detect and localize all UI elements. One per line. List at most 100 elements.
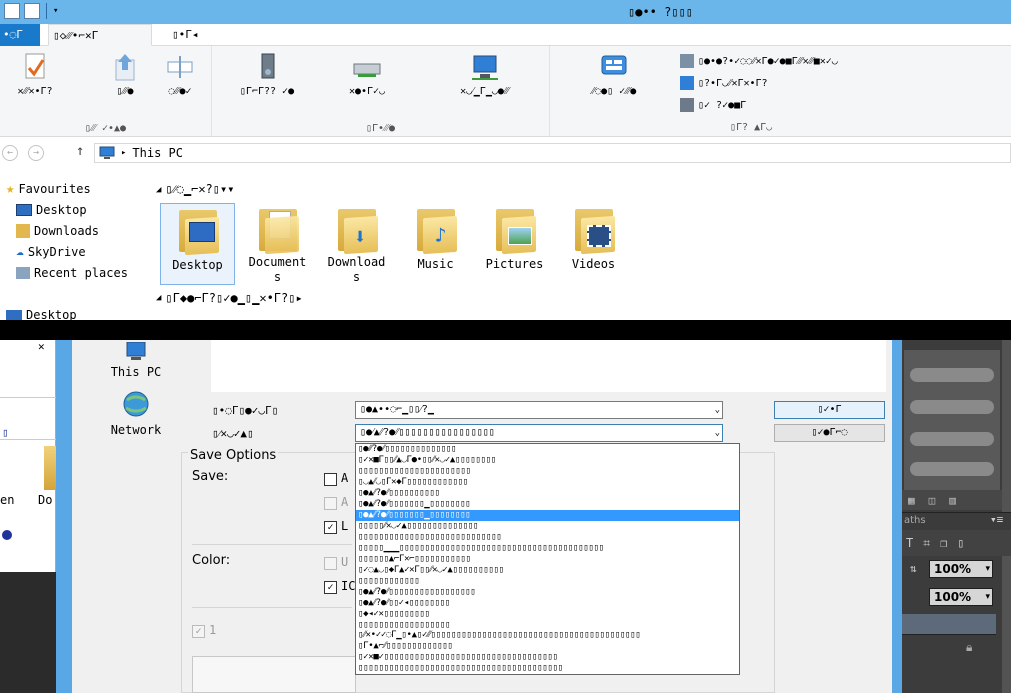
new-preset-icon[interactable]: ◫: [929, 494, 936, 507]
tab-view[interactable]: ▯•Γ◂: [168, 24, 228, 46]
format-option[interactable]: ▯✓◌▲◡▯◆Γ▲✓✕Γ▯▯⁄⁄✕◡✓▲▯▯▯▯▯▯▯▯▯▯: [356, 565, 739, 576]
map-drive-button[interactable]: ✕●•Γ✓◡: [322, 52, 412, 98]
chevron-down-icon[interactable]: ⌄: [715, 404, 720, 416]
layer-row-selected[interactable]: [902, 614, 996, 634]
section-folders-header[interactable]: ◢ ▯⁄⁄◌▁⌐✕?▯▾▾: [156, 182, 234, 197]
folder-music[interactable]: ♪ Music: [398, 203, 473, 285]
tab-computer[interactable]: ▯◇⁄⁄⁄•⌐✕Γ: [48, 24, 152, 46]
properties-button[interactable]: ✕⁄⁄⁄✕•Γ?: [2, 52, 68, 98]
file-name-field[interactable]: ▯●▲••◌⌐▁▯▯⁄?▁ ⌄: [355, 401, 723, 419]
back-arrow-icon[interactable]: ←: [2, 145, 18, 161]
folder-videos[interactable]: Videos: [556, 203, 631, 285]
close-icon[interactable]: ✕: [38, 340, 45, 353]
copy-icon[interactable]: ❐: [940, 536, 947, 550]
open-settings-button[interactable]: ⁄⁄◌●▯ ✓⁄⁄⁄●: [556, 52, 672, 98]
address-bar[interactable]: ▸ This PC: [94, 143, 1011, 163]
nav-item-this-pc[interactable]: This PC: [108, 341, 164, 379]
checkbox-thumbnail[interactable]: ✓: [192, 625, 205, 638]
chevron-down-icon[interactable]: ▾: [985, 561, 990, 577]
format-option[interactable]: ▯▯▯▯▯⁄⁄✕◡✓▲▯▯▯▯▯▯▯▯▯▯▯▯▯▯: [356, 521, 739, 532]
properties-icon[interactable]: [4, 3, 20, 19]
partial-text-en: en: [0, 493, 15, 507]
group-label-network: ▯Γ•⁄⁄⁄●: [365, 123, 396, 134]
nav-item-downloads[interactable]: Downloads: [0, 220, 150, 241]
section-devices-header[interactable]: ◢ ▯Γ◆●⌐Γ?▯✓●▁▯▁✕•Γ?▯▸: [156, 291, 303, 305]
format-option[interactable]: ▯✓✕■✓▯▯▯▯▯▯▯▯▯▯▯▯▯▯▯▯▯▯▯▯▯▯▯▯▯▯▯▯▯▯▯▯▯▯: [356, 652, 739, 663]
checkbox-icc-profile[interactable]: ✓: [324, 581, 337, 594]
phone-icon[interactable]: ▯: [957, 536, 964, 550]
nav-favourites[interactable]: ★ Favourites: [0, 178, 150, 199]
tab-paths[interactable]: aths: [904, 515, 926, 526]
format-option[interactable]: ▯●▲⁄⁄?●⁄⁄▯▯▯▯▯▯▯▯▯▯▯▯▯▯▯▯▯: [356, 587, 739, 598]
manage-item[interactable]: ▯✓ ?✓●■Γ: [680, 94, 1011, 116]
format-option[interactable]: ▯●⁄⁄⁄?●⁄⁄▯▯▯▯▯▯▯▯▯▯▯▯▯▯: [356, 444, 739, 455]
network-computer-icon: [470, 52, 500, 82]
brush-stroke[interactable]: [910, 432, 994, 446]
file-list-pane[interactable]: [211, 340, 886, 392]
tab-file[interactable]: •◌Γ: [0, 24, 40, 46]
nav-item-desktop-partial[interactable]: Desktop: [6, 310, 77, 320]
format-option[interactable]: ▯●▲⁄⁄?●⁄⁄▯▯▯▯▯▯▯▯▯▯: [356, 488, 739, 499]
nav-item-desktop[interactable]: Desktop: [0, 199, 150, 220]
brush-presets-panel[interactable]: [904, 350, 1000, 490]
checkbox-use-proof[interactable]: [324, 557, 337, 570]
folder-pictures[interactable]: Pictures: [477, 203, 552, 285]
cancel-button[interactable]: ▯✓●Γ⌐◌: [774, 424, 885, 442]
lock-icon[interactable]: 🔒︎: [966, 640, 972, 655]
nav-item-recent-places[interactable]: Recent places: [0, 262, 150, 283]
format-option[interactable]: ▯▯▯▯▯▯▯▯▯▯▯▯: [356, 576, 739, 587]
format-option[interactable]: ▯◆◂✓✕▯▯▯▯▯▯▯▯▯: [356, 609, 739, 620]
new-folder-icon[interactable]: [24, 3, 40, 19]
format-dropdown-list[interactable]: ▯●⁄⁄⁄?●⁄⁄▯▯▯▯▯▯▯▯▯▯▯▯▯▯ ▯✓✕■Γ▯▯⁄⁄▲◡Γ●•▯▯⁄…: [355, 443, 740, 675]
opacity-field[interactable]: 100% ▾: [929, 560, 993, 578]
system-properties-item[interactable]: ▯?•Γ◡⁄⁄✕Γ✕•Γ?: [680, 72, 1011, 94]
uninstall-program-item[interactable]: ▯●•●?•✓◌◌⁄⁄✕Γ●✓●■Γ⁄⁄⁄✕⁄⁄⁄■✕✓◡: [680, 50, 1011, 72]
folder-downloads[interactable]: ⬇ Downloads: [319, 203, 394, 285]
access-media-button[interactable]: ▯Γ⌐Γ?? ✓●: [222, 52, 312, 98]
format-option[interactable]: ▯▯▯▯▯▯▯▯▯▯▯▯▯▯▯▯▯▯: [356, 620, 739, 631]
panel-menu-icon[interactable]: ▾≡: [990, 513, 1003, 526]
grid-icon[interactable]: ▦: [908, 494, 915, 507]
up-arrow-icon[interactable]: ↑: [76, 143, 84, 159]
nav-item-network[interactable]: Network: [108, 390, 164, 437]
group-label-system: ▯Γ? ▲Γ◡: [730, 122, 773, 133]
format-option[interactable]: ▯▯▯▯▯▯▯▯▯▯▯▯▯▯▯▯▯▯▯▯▯▯▯▯▯▯▯▯▯▯▯▯▯▯▯▯▯▯▯▯: [356, 663, 739, 674]
brush-stroke[interactable]: [910, 400, 994, 414]
format-option[interactable]: ▯◡▲⁄⁄◡▯Γ✕◆Γ▯▯▯▯▯▯▯▯▯▯▯▯: [356, 477, 739, 488]
format-option[interactable]: ▯✓✕■Γ▯▯⁄⁄▲◡Γ●•▯▯⁄⁄✕◡✓▲▯▯▯▯▯▯▯▯: [356, 455, 739, 466]
transform-icon[interactable]: ⌗: [923, 536, 930, 551]
save-options-title: Save Options: [188, 448, 279, 463]
format-option[interactable]: ▯Γ•▲⌐⁄⁄▯▯▯▯▯▯▯▯▯▯▯▯▯: [356, 641, 739, 652]
chevron-down-icon[interactable]: ⌄: [715, 427, 720, 439]
folder-documents[interactable]: Documents: [240, 203, 315, 285]
checkbox-label: L: [341, 519, 349, 533]
checkbox-layers[interactable]: ✓: [324, 521, 337, 534]
breadcrumb-this-pc[interactable]: This PC: [132, 146, 183, 160]
add-network-location-button[interactable]: ✕◡⁄▁Γ▁◡●⁄⁄⁄: [427, 52, 542, 98]
format-option[interactable]: ▯▯▯▯▯▯▲⌐Γ✕⌐▯▯▯▯▯▯▯▯▯▯▯: [356, 554, 739, 565]
chevron-down-icon[interactable]: ▾: [985, 589, 990, 605]
format-option[interactable]: ▯●▲⁄⁄?●⁄⁄▯▯▯▯▯▯▯▁▯▯▯▯▯▯▯▯: [356, 509, 739, 521]
checkbox-alpha[interactable]: [324, 497, 337, 510]
forward-arrow-icon[interactable]: →: [28, 145, 44, 161]
brush-stroke[interactable]: [910, 368, 994, 382]
folder-desktop[interactable]: Desktop: [160, 203, 235, 285]
stepper-icon[interactable]: ⇅: [910, 562, 917, 575]
nav-item-skydrive[interactable]: ☁ SkyDrive: [0, 241, 150, 262]
save-button[interactable]: ▯✓•Γ: [774, 401, 885, 419]
format-option[interactable]: ▯▯▯▯▯▁▁▁▯▯▯▯▯▯▯▯▯▯▯▯▯▯▯▯▯▯▯▯▯▯▯▯▯▯▯▯▯▯▯▯…: [356, 543, 739, 554]
format-option[interactable]: ▯●▲⁄⁄?●⁄⁄▯▯✓◂▯▯▯▯▯▯▯▯: [356, 598, 739, 609]
format-option[interactable]: ▯⁄⁄✕•✓✓◌Γ▁▯•▲▯✓⁄⁄⁄▯▯▯▯▯▯▯▯▯▯▯▯▯▯▯▯▯▯▯▯▯▯…: [356, 630, 739, 641]
type-tool-icon[interactable]: T: [906, 536, 913, 550]
format-option[interactable]: ▯▯▯▯▯▯▯▯▯▯▯▯▯▯▯▯▯▯▯▯▯▯▯▯▯▯▯▯: [356, 532, 739, 543]
trash-icon[interactable]: ▥: [949, 494, 956, 507]
brush-stroke[interactable]: [910, 462, 994, 476]
fill-field[interactable]: 100% ▾: [929, 588, 993, 606]
breadcrumb-chevron-icon[interactable]: ▸: [121, 148, 126, 158]
chevron-down-icon[interactable]: ▾: [53, 3, 58, 19]
format-option[interactable]: ▯●▲⁄⁄?●⁄⁄▯▯▯▯▯▯▯▁▯▯▯▯▯▯▯▯: [356, 499, 739, 510]
rename-button[interactable]: ◌⁄⁄⁄●✓: [148, 52, 212, 98]
format-option[interactable]: ▯▯▯▯▯▯▯▯▯▯▯▯▯▯▯▯▯▯▯▯▯▯: [356, 466, 739, 477]
format-select[interactable]: ▯●⁄▲⁄⁄?●⁄⁄▯▯▯▯▯▯▯▯▯▯▯▯▯▯▯▯ ⌄: [355, 424, 723, 442]
checkbox-as-copy[interactable]: [324, 473, 337, 486]
